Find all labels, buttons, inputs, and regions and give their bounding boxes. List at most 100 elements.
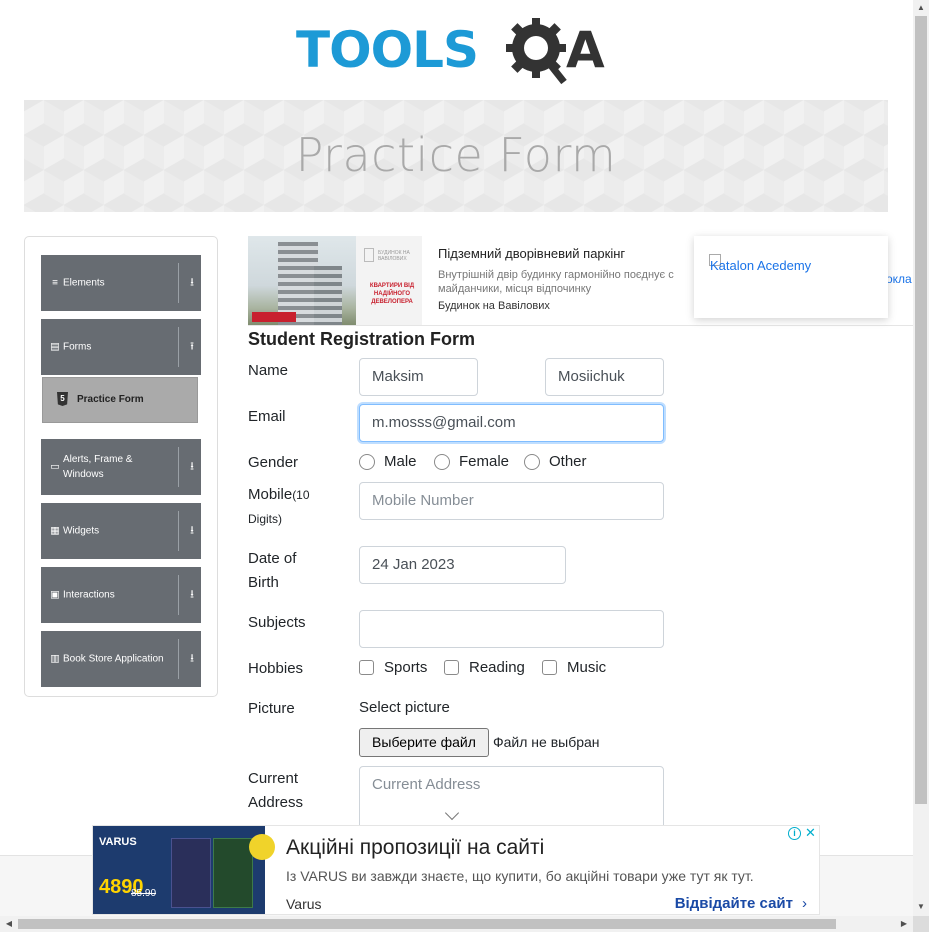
bottom-ad-description: Із VARUS ви завжди знаєте, що купити, бо… — [286, 868, 754, 884]
hobby-reading-checkbox[interactable] — [444, 660, 459, 675]
html5-icon: 5 — [57, 392, 68, 406]
window-icon: ▭ — [50, 461, 60, 473]
scroll-right-icon[interactable]: ▶ — [896, 919, 912, 928]
ad-close-icon[interactable]: ✕ — [804, 826, 817, 840]
upload-arrow-icon: ⭱ — [190, 340, 194, 353]
ad-title[interactable]: Підземний дворівневий паркінг — [438, 246, 625, 261]
sidebar-group-widgets[interactable]: ▦ Widgets ⭳ — [41, 503, 201, 559]
scroll-left-icon[interactable]: ◀ — [1, 919, 17, 928]
hobbies-label: Hobbies — [248, 660, 304, 677]
picture-label: Picture — [248, 700, 295, 717]
logo-text-tools: TOOLS — [296, 21, 479, 79]
ad-info-icon[interactable]: i — [788, 827, 801, 840]
varus-logo: VARUS — [99, 836, 137, 848]
first-name-input[interactable]: Maksim — [359, 358, 478, 396]
choose-file-button[interactable]: Выберите файл — [359, 728, 489, 757]
tea-pack-image — [171, 838, 211, 908]
form-title: Student Registration Form — [248, 329, 476, 349]
widgets-icon: ▦ — [50, 525, 60, 537]
download-arrow-icon: ⭳ — [190, 652, 194, 665]
gender-male-label[interactable]: Male — [384, 452, 417, 472]
download-arrow-icon: ⭳ — [190, 588, 194, 601]
ad-description: Внутрішній двір будинку гармонійно поєдн… — [438, 269, 674, 295]
email-label: Email — [248, 408, 286, 425]
vertical-scrollbar[interactable]: ▲ ▼ — [913, 0, 929, 916]
separator — [178, 575, 179, 615]
hobby-sports-checkbox[interactable] — [359, 660, 374, 675]
gender-label: Gender — [248, 454, 299, 471]
address-placeholder: Current Address — [372, 776, 481, 793]
vertical-scroll-thumb[interactable] — [915, 16, 927, 804]
gender-male-radio[interactable] — [359, 454, 375, 470]
ad-card: БУДИНОК НА ВАВІЛОВИХ КВАРТИРИ ВІД НАДІЙН… — [356, 236, 422, 325]
bottom-ad-title[interactable]: Акційні пропозиції на сайті — [286, 836, 544, 860]
katalon-link[interactable]: Katalon Acedemy — [710, 258, 811, 273]
hobby-music-label[interactable]: Music — [567, 658, 606, 678]
separator — [178, 639, 179, 679]
horizontal-scroll-thumb[interactable] — [18, 919, 836, 929]
scrollbar-corner — [913, 916, 929, 932]
form-icon: ▤ — [50, 341, 60, 353]
gender-female-radio[interactable] — [434, 454, 450, 470]
katalon-ad[interactable]: Katalon Acedemy — [694, 236, 888, 318]
current-address-label: Current Address — [248, 770, 304, 811]
building-shape — [314, 266, 342, 325]
visit-site-button[interactable]: Відвідайте сайт — [675, 895, 793, 912]
last-name-input[interactable]: Mosiichuk — [545, 358, 664, 396]
separator — [178, 511, 179, 551]
sidebar-item-label: Practice Form — [77, 394, 144, 405]
gender-female-label[interactable]: Female — [459, 452, 509, 472]
ad-card-brand: БУДИНОК НА ВАВІЛОВИХ — [378, 250, 410, 262]
subjects-input[interactable] — [359, 610, 664, 648]
sidebar-group-elements[interactable]: ≡ Elements ⭳ — [41, 255, 201, 311]
varus-ad-image: VARUS 4890 85.90 — [93, 826, 275, 914]
gender-other-label[interactable]: Other — [549, 452, 587, 472]
sidebar-group-interactions[interactable]: ▣ Interactions ⭳ — [41, 567, 201, 623]
sidebar-group-forms[interactable]: ▤ Forms ⭱ — [41, 319, 201, 375]
sidebar-group-alerts[interactable]: ▭ Alerts, Frame & Windows ⭳ — [41, 439, 201, 495]
download-arrow-icon: ⭳ — [190, 460, 194, 473]
mobile-placeholder: Mobile Number — [372, 492, 474, 509]
varus-old-price: 85.90 — [131, 888, 157, 899]
sidebar-group-label: Elements — [63, 277, 105, 289]
mobile-input[interactable]: Mobile Number — [359, 482, 664, 520]
hobby-sports-label[interactable]: Sports — [384, 658, 427, 678]
sidebar-group-label: Forms — [63, 341, 92, 353]
toolsqa-logo[interactable]: TOOLS A — [296, 14, 622, 90]
sidebar: ≡ Elements ⭳ ▤ Forms ⭱ 5 Practice Form ▭… — [24, 236, 218, 697]
scroll-up-icon[interactable]: ▲ — [913, 3, 929, 12]
date-of-birth-input[interactable]: 24 Jan 2023 — [359, 546, 566, 584]
bottom-advertisement[interactable]: VARUS 4890 85.90 Акційні пропозиції на с… — [92, 825, 820, 915]
sidebar-group-label: Alerts, Frame & Windows — [63, 454, 133, 480]
separator — [178, 447, 179, 487]
sidebar-item-practice-form[interactable]: 5 Practice Form — [42, 377, 198, 423]
sidebar-group-label: Widgets — [63, 525, 100, 537]
book-icon: ▥ — [50, 653, 60, 665]
separator — [178, 263, 179, 303]
gear-magnifier-icon — [506, 18, 567, 85]
ad-source: Будинок на Вавілових — [438, 300, 550, 312]
ad-badge — [252, 312, 296, 322]
email-input[interactable]: m.mosss@gmail.com — [359, 404, 664, 442]
ad-card-text: КВАРТИРИ ВІД НАДІЙНОГО ДЕВЕЛОПЕРА — [369, 283, 415, 305]
download-arrow-icon: ⭳ — [190, 276, 194, 289]
gender-other-radio[interactable] — [524, 454, 540, 470]
mobile-label: Mobile(10 Digits) — [248, 483, 328, 531]
horizontal-scrollbar[interactable]: ◀ ▶ — [0, 916, 913, 932]
lemon-image — [249, 834, 275, 860]
hobby-music-checkbox[interactable] — [542, 660, 557, 675]
sidebar-group-book-store[interactable]: ▥ Book Store Application ⭳ — [41, 631, 201, 687]
select-picture-label: Select picture — [359, 699, 450, 716]
scroll-down-icon[interactable]: ▼ — [913, 902, 929, 911]
download-arrow-icon: ⭳ — [190, 524, 194, 537]
subjects-label: Subjects — [248, 614, 306, 631]
page-banner: Practice Form — [24, 100, 888, 212]
sidebar-group-label: Book Store Application — [63, 653, 164, 665]
chevron-right-icon[interactable]: › — [802, 895, 807, 912]
hobby-reading-label[interactable]: Reading — [469, 658, 525, 678]
tea-pack-image — [213, 838, 253, 908]
separator — [178, 327, 179, 367]
sidebar-group-label: Interactions — [63, 589, 115, 601]
developer-logo-icon — [364, 248, 374, 262]
ad-more-link[interactable]: окла — [886, 272, 912, 286]
